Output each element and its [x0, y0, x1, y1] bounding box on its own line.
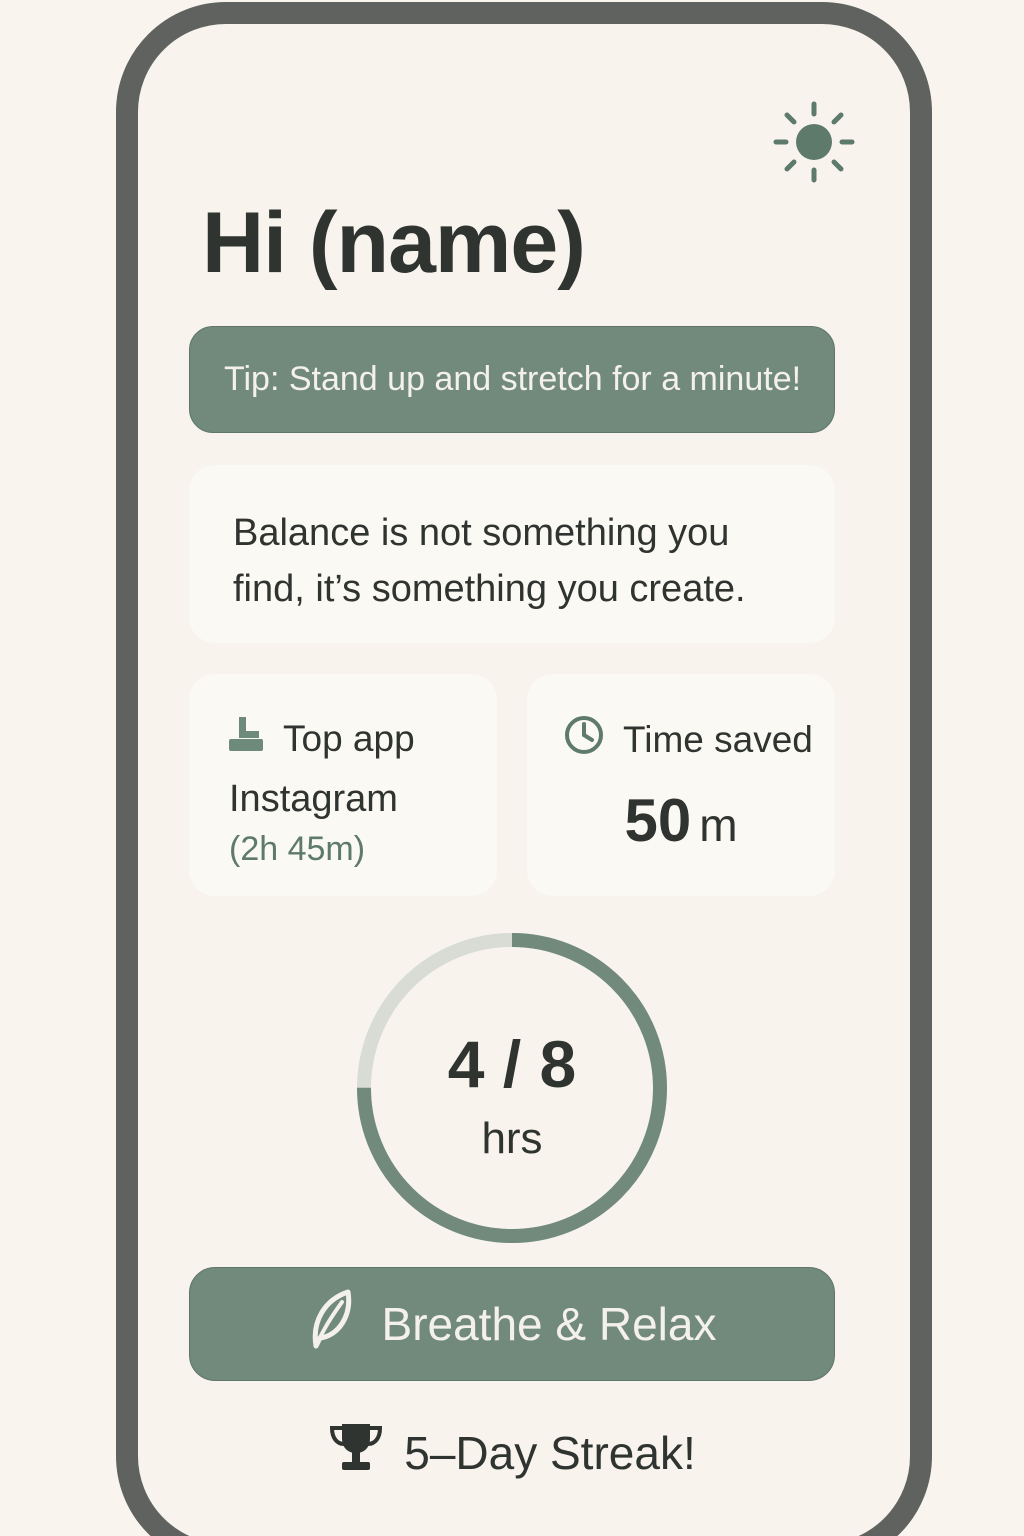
top-app-label: Top app [283, 717, 415, 759]
streak-text: 5–Day Streak! [404, 1426, 696, 1479]
time-saved-unit: m [699, 799, 738, 851]
top-app-time: (2h 45m) [229, 830, 366, 868]
page: Hi (name) Tip: Stand up and stretch for … [0, 0, 1024, 1536]
clock-icon [563, 714, 605, 765]
time-saved-label: Time saved [623, 718, 813, 760]
trophy-icon [328, 1420, 384, 1485]
breathe-relax-label: Breathe & Relax [381, 1298, 717, 1350]
top-app-header: Top app [225, 714, 415, 763]
top-app-card[interactable]: Top app Instagram (2h 45m) [189, 674, 497, 896]
time-saved-card[interactable]: Time saved 50 m [527, 674, 835, 896]
leaf-icon [308, 1288, 352, 1361]
streak-badge: 5–Day Streak! [138, 1420, 886, 1485]
time-saved-header: Time saved [563, 714, 813, 765]
time-saved-value-row: 50 m [527, 786, 835, 855]
progress-value: 4 / 8 [447, 1027, 577, 1101]
theme-toggle-button[interactable] [772, 100, 856, 184]
progress-ring: 4 / 8 hrs [354, 930, 670, 1246]
sun-icon [773, 101, 855, 183]
phone-frame: Hi (name) Tip: Stand up and stretch for … [116, 2, 932, 1536]
quote-card: Balance is not something you find, it’s … [189, 465, 835, 643]
time-saved-value: 50 [624, 787, 692, 854]
app-stack-icon [225, 714, 265, 763]
tip-text: Tip: Stand up and stretch for a minute! [224, 360, 802, 398]
quote-text: Balance is not something you find, it’s … [233, 512, 746, 610]
progress-unit: hrs [481, 1114, 543, 1163]
greeting-title: Hi (name) [202, 195, 586, 291]
tip-banner[interactable]: Tip: Stand up and stretch for a minute! [189, 326, 835, 433]
top-app-name: Instagram [229, 778, 398, 820]
breathe-relax-button[interactable]: Breathe & Relax [189, 1267, 835, 1381]
